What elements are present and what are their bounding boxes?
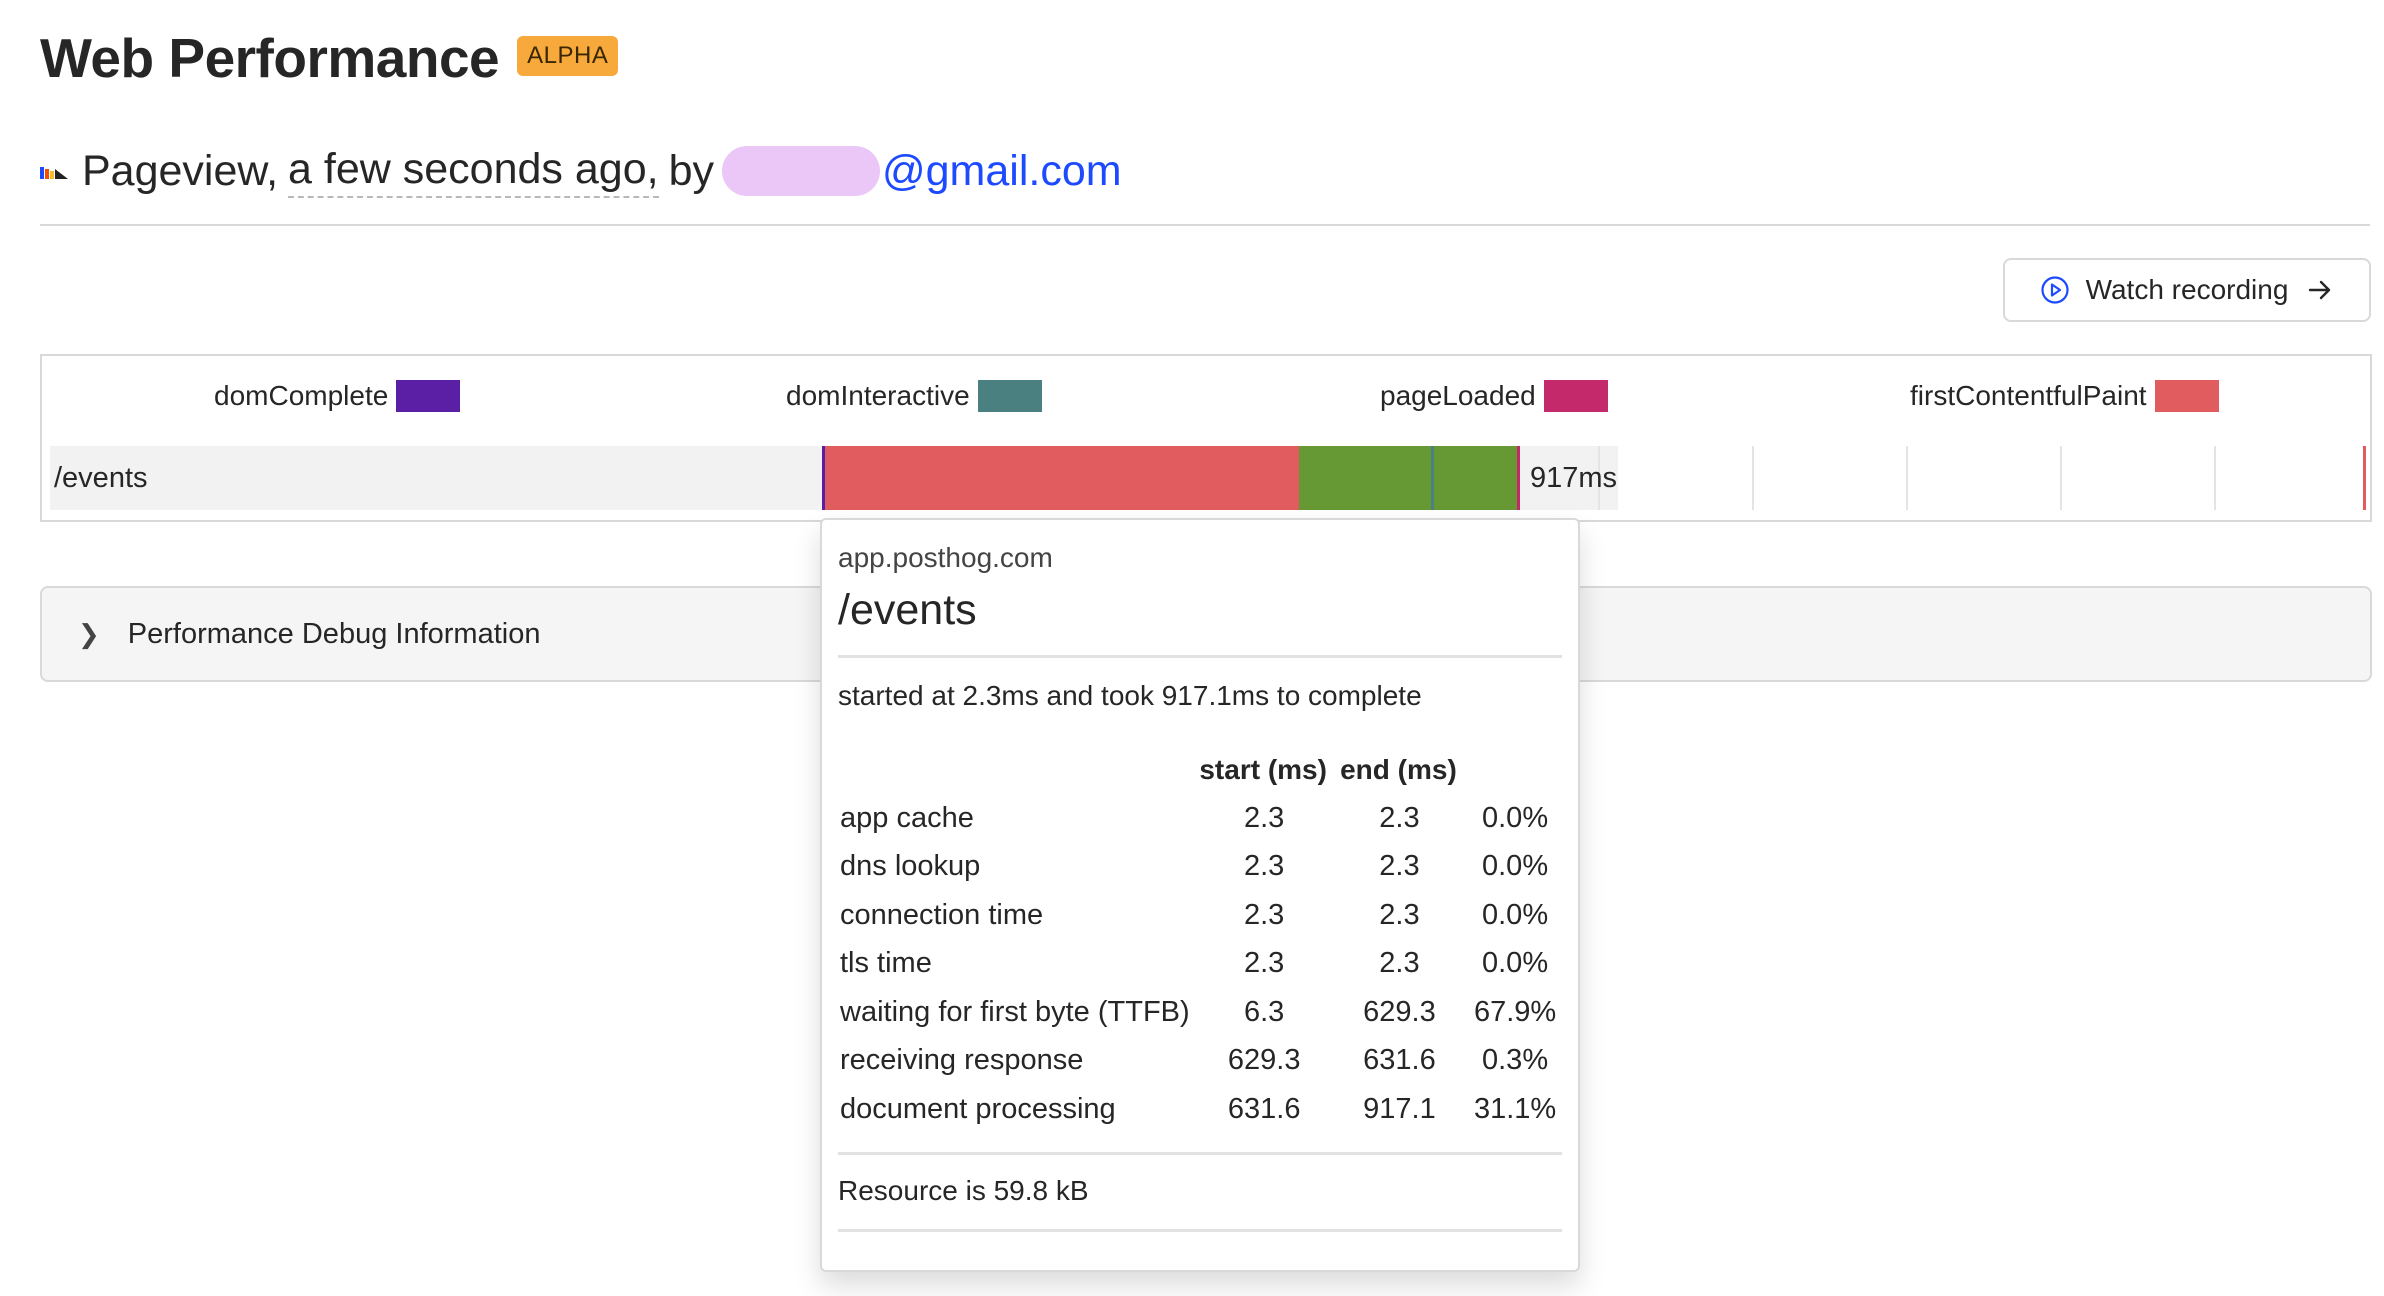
timing-percent: 31.1% bbox=[1473, 1092, 1557, 1125]
timing-end: 2.3 bbox=[1379, 947, 1420, 980]
column-header bbox=[1466, 746, 1562, 794]
timing-name: tls time bbox=[840, 947, 932, 980]
by-label: by bbox=[668, 146, 714, 195]
legend-label: firstContentfulPaint bbox=[1910, 380, 2147, 411]
table-row: document processing 631.6 917.1 31.1% bbox=[838, 1085, 1562, 1134]
legend-swatch bbox=[2154, 380, 2219, 412]
timing-end: 2.3 bbox=[1379, 898, 1420, 931]
tooltip-path: /events bbox=[838, 586, 977, 634]
table-row: app cache 2.3 2.3 0.0% bbox=[838, 794, 1562, 843]
legend-pageloaded: pageLoaded bbox=[1380, 380, 1608, 412]
timing-end: 631.6 bbox=[1363, 1044, 1436, 1077]
column-header: end (ms) bbox=[1340, 754, 1457, 785]
timing-start: 2.3 bbox=[1244, 947, 1285, 980]
legend-domcomplete: domComplete bbox=[214, 380, 461, 412]
gridline bbox=[2060, 446, 2062, 510]
timing-start: 631.6 bbox=[1227, 1092, 1301, 1125]
page-header: Web Performance ALPHA bbox=[40, 22, 619, 94]
table-row: waiting for first byte (TTFB) 6.3 629.3 … bbox=[838, 988, 1562, 1037]
table-row: tls time 2.3 2.3 0.0% bbox=[838, 940, 1562, 989]
table-row: dns lookup 2.3 2.3 0.0% bbox=[838, 843, 1562, 892]
dominteractive-marker bbox=[1431, 446, 1434, 510]
arrow-right-icon bbox=[2309, 280, 2331, 300]
timing-percent: 0.0% bbox=[1482, 850, 1549, 883]
play-circle-icon bbox=[2040, 276, 2069, 304]
fcp-marker bbox=[2363, 446, 2366, 510]
person-link[interactable]: @gmail.com bbox=[721, 146, 1122, 196]
timing-start: 6.3 bbox=[1244, 995, 1285, 1028]
timing-end: 2.3 bbox=[1379, 850, 1420, 883]
legend-swatch bbox=[396, 380, 461, 412]
start-marker bbox=[822, 446, 825, 510]
table-row: connection time 2.3 2.3 0.0% bbox=[838, 891, 1562, 940]
legend-dominteractive: domInteractive bbox=[786, 380, 1042, 412]
gridline bbox=[2214, 446, 2216, 510]
timing-end: 2.3 bbox=[1379, 801, 1420, 834]
tooltip-divider bbox=[838, 655, 1562, 658]
legend-firstcontentfulpaint: firstContentfulPaint bbox=[1910, 380, 2219, 412]
email-link[interactable]: @gmail.com bbox=[882, 147, 1122, 196]
event-type: Pageview, bbox=[82, 146, 279, 195]
timing-name: app cache bbox=[840, 801, 974, 834]
timing-percent: 0.0% bbox=[1482, 947, 1549, 980]
debug-panel-label: Performance Debug Information bbox=[127, 617, 541, 650]
legend-swatch bbox=[977, 380, 1042, 412]
pageloaded-marker bbox=[1517, 446, 1520, 510]
timing-header-row: start (ms) end (ms) bbox=[838, 746, 1562, 794]
timing-start: 629.3 bbox=[1227, 1044, 1301, 1077]
column-header bbox=[838, 746, 1196, 794]
legend-label: domComplete bbox=[214, 380, 389, 411]
watch-recording-button[interactable]: Watch recording bbox=[2003, 258, 2371, 322]
timing-name: document processing bbox=[840, 1092, 1116, 1125]
resource-row-label[interactable]: /events bbox=[54, 446, 148, 510]
legend-label: pageLoaded bbox=[1380, 380, 1536, 411]
timing-end: 629.3 bbox=[1363, 995, 1436, 1028]
event-subtitle: Pageview, a few seconds ago, by @gmail.c… bbox=[40, 138, 1122, 204]
gridline bbox=[1906, 446, 1908, 510]
ttfb-bar[interactable] bbox=[823, 446, 1299, 510]
tooltip-divider bbox=[838, 1228, 1562, 1232]
timing-table: start (ms) end (ms) app cache 2.3 2.3 0.… bbox=[838, 746, 1562, 1134]
timing-name: waiting for first byte (TTFB) bbox=[840, 995, 1190, 1028]
duration-label: 917ms bbox=[1530, 462, 1618, 494]
pageview-icon bbox=[40, 167, 68, 179]
page-title: Web Performance bbox=[40, 27, 500, 89]
timing-name: connection time bbox=[840, 898, 1044, 931]
redacted-email bbox=[721, 146, 880, 196]
resource-size: Resource is 59.8 kB bbox=[838, 1174, 1089, 1206]
alpha-badge: ALPHA bbox=[517, 36, 619, 76]
processing-bar[interactable] bbox=[1299, 446, 1517, 510]
timing-start: 2.3 bbox=[1244, 898, 1285, 931]
event-time[interactable]: a few seconds ago, bbox=[288, 145, 659, 198]
timing-name: dns lookup bbox=[840, 850, 981, 883]
waterfall-chart: domComplete domInteractive pageLoaded fi… bbox=[40, 354, 2372, 522]
resource-tooltip: app.posthog.com /events started at 2.3ms… bbox=[820, 518, 1580, 1272]
chevron-right-icon[interactable]: ❯ bbox=[78, 619, 100, 650]
column-header: start (ms) bbox=[1199, 754, 1327, 785]
timing-percent: 0.0% bbox=[1482, 801, 1549, 834]
tooltip-host: app.posthog.com bbox=[838, 542, 1053, 573]
legend-label: domInteractive bbox=[786, 380, 970, 411]
header-divider bbox=[40, 224, 2370, 226]
watch-recording-label: Watch recording bbox=[2085, 274, 2289, 305]
timing-end: 917.1 bbox=[1363, 1092, 1436, 1125]
timing-start: 2.3 bbox=[1244, 801, 1285, 834]
table-row: receiving response 629.3 631.6 0.3% bbox=[838, 1037, 1562, 1086]
tooltip-summary: started at 2.3ms and took 917.1ms to com… bbox=[838, 680, 1422, 711]
tooltip-divider bbox=[838, 1151, 1562, 1155]
legend-swatch bbox=[1543, 380, 1608, 412]
timing-percent: 0.3% bbox=[1482, 1044, 1549, 1077]
timing-percent: 67.9% bbox=[1473, 995, 1557, 1028]
timing-start: 2.3 bbox=[1244, 850, 1285, 883]
timing-name: receiving response bbox=[840, 1044, 1084, 1077]
timing-percent: 0.0% bbox=[1482, 898, 1549, 931]
gridline bbox=[1752, 446, 1754, 510]
